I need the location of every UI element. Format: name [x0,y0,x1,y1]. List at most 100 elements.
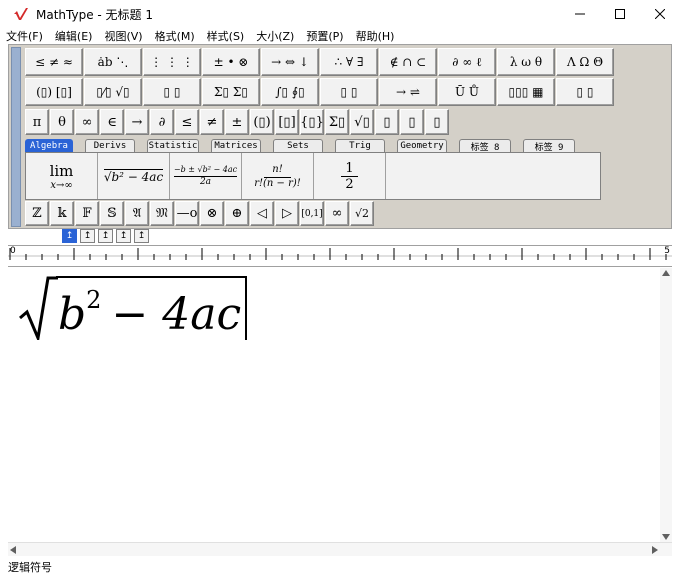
left-tab-icon[interactable]: ↥ [62,229,77,243]
relation-tab-icon[interactable]: ↥ [116,229,131,243]
toolbar-area: ≤ ≠ ≈ ȧb ⋱ ⋮ ⋮ ⋮ ± • ⊗ → ⇔ ↓ ∴ ∀ ∃ ∉ ∩ ⊂… [8,44,672,229]
menu-size[interactable]: 大小(Z) [256,28,294,44]
decimal-tab-icon[interactable]: ↥ [134,229,149,243]
tab-geometry[interactable]: Geometry [397,139,447,152]
spaces-ellipses-button[interactable]: ȧb ⋱ [84,48,142,76]
menu-bar: 文件(F) 编辑(E) 视图(V) 格式(M) 样式(S) 大小(Z) 预置(P… [0,28,680,44]
integers-symbol-button[interactable]: ℤ [25,201,49,226]
horizontal-scrollbar[interactable] [8,542,672,556]
menu-preferences[interactable]: 预置(P) [306,28,343,44]
empty-template-slot[interactable] [386,153,600,199]
field-f-symbol-button[interactable]: 𝔽 [75,201,99,226]
pi-symbol-button[interactable]: π [25,109,49,135]
equation[interactable]: b 2 − 4ac [18,276,248,340]
tab-sets[interactable]: Sets [273,139,323,152]
quadratic-formula-template[interactable]: −b ± √b² − 4ac 2a [170,153,242,199]
fraction-radical-templates-button[interactable]: ▯⁄▯ √▯ [84,78,142,106]
plus-minus-symbol-button[interactable]: ± [225,109,249,135]
one-half-template[interactable]: 1 2 [314,153,386,199]
half-numerator: 1 [341,161,358,177]
brackets-template-button[interactable]: [▯] [275,109,299,135]
script-s-symbol-button[interactable]: 𝕊 [100,201,124,226]
tab-label-8[interactable]: 标签 8 [459,139,511,153]
less-equal-symbol-button[interactable]: ≤ [175,109,199,135]
tab-algebra[interactable]: Algebra [25,139,73,152]
set-theory-symbols-button[interactable]: ∉ ∩ ⊂ [379,48,437,76]
quadratic-numerator: −b ± √b² − 4ac [173,165,238,177]
labeled-arrow-templates-button[interactable]: → ⇌ [379,78,437,106]
infinity-alt-symbol-button[interactable]: ∞ [325,201,349,226]
right-arrow-symbol-button[interactable]: → [125,109,149,135]
otimes-symbol-button[interactable]: ⊗ [200,201,224,226]
partial-symbol-button[interactable]: ∂ [150,109,174,135]
tab-derivs[interactable]: Derivs [85,139,135,152]
algebra-template-bar: lim x→∞ √b² − 4ac −b ± √b² − 4ac 2a n! r… [25,152,601,200]
fraktur-a-symbol-button[interactable]: 𝔄 [125,201,149,226]
products-set-theory-templates-button[interactable]: Ū Ů [438,78,496,106]
combination-template[interactable]: n! r!(n − r)! [242,153,314,199]
field-k-symbol-button[interactable]: 𝕜 [50,201,74,226]
menu-format[interactable]: 格式(M) [155,28,195,44]
scroll-up-arrow-icon [662,270,670,276]
summation-templates-button[interactable]: Σ▯ Σ▯ [202,78,260,106]
menu-help[interactable]: 帮助(H) [356,28,395,44]
subscript-superscript-templates-button[interactable]: ▯ ▯ [143,78,201,106]
close-button[interactable] [640,0,680,28]
not-equal-symbol-button[interactable]: ≠ [200,109,224,135]
operator-symbols-button[interactable]: ± • ⊗ [202,48,260,76]
minimize-button[interactable] [560,0,600,28]
template-palette-row: (▯) [▯] ▯⁄▯ √▯ ▯ ▯ Σ▯ Σ▯ ∫▯ ∮▯ ▯ ▯ → ⇌ Ū… [25,78,615,106]
menu-edit[interactable]: 编辑(E) [55,28,93,44]
menu-file[interactable]: 文件(F) [6,28,43,44]
misc-symbol-bar: ℤ 𝕜 𝔽 𝕊 𝔄 𝔐 —o ⊗ ⊕ ◁ ▷ [0,1] ∞ √2 [25,201,375,226]
tab-bar: Algebra Derivs Statistic Matrices Sets T… [25,138,587,153]
fence-templates-button[interactable]: (▯) [▯] [25,78,83,106]
ruler[interactable]: 0 5 [8,245,672,267]
sqrt-two-symbol-button[interactable]: √2 [350,201,374,226]
underbar-overbar-templates-button[interactable]: ▯ ▯ [320,78,378,106]
embellishments-button[interactable]: ⋮ ⋮ ⋮ [143,48,201,76]
right-tab-icon[interactable]: ↥ [98,229,113,243]
vertical-scrollbar[interactable] [660,268,672,542]
maximize-button[interactable] [600,0,640,28]
mathtype-logo-icon [11,4,31,24]
discriminant-sqrt-text: √b² − 4ac [103,168,164,184]
infinity-symbol-button[interactable]: ∞ [75,109,99,135]
tab-label-9[interactable]: 标签 9 [523,139,575,153]
integral-templates-button[interactable]: ∫▯ ∮▯ [261,78,319,106]
center-tab-icon[interactable]: ↥ [80,229,95,243]
misc-symbols-button[interactable]: ∂ ∞ ℓ [438,48,496,76]
fraktur-m-symbol-button[interactable]: 𝔐 [150,201,174,226]
matrix-templates-button[interactable]: ▯▯▯ ▦ [497,78,555,106]
left-triangle-symbol-button[interactable]: ◁ [250,201,274,226]
tab-matrices[interactable]: Matrices [211,139,261,152]
menu-style[interactable]: 样式(S) [207,28,245,44]
menu-view[interactable]: 视图(V) [104,28,142,44]
tab-trig[interactable]: Trig [335,139,385,152]
oplus-symbol-button[interactable]: ⊕ [225,201,249,226]
subscript-template-button[interactable]: ▯ [400,109,424,135]
sub-superscript-template-button[interactable]: ▯ [425,109,449,135]
relational-symbols-button[interactable]: ≤ ≠ ≈ [25,48,83,76]
superscript-template-button[interactable]: ▯ [375,109,399,135]
discriminant-sqrt-template[interactable]: √b² − 4ac [98,153,170,199]
braces-template-button[interactable]: {▯} [300,109,324,135]
theta-symbol-button[interactable]: θ [50,109,74,135]
multimap-symbol-button[interactable]: —o [175,201,199,226]
radical-sign-icon [19,276,58,340]
limit-template[interactable]: lim x→∞ [26,153,98,199]
right-triangle-symbol-button[interactable]: ▷ [275,201,299,226]
tab-statistics[interactable]: Statistic [147,139,199,152]
closed-interval-symbol-button[interactable]: [0,1] [300,201,324,226]
summation-template-button[interactable]: Σ▯ [325,109,349,135]
element-of-symbol-button[interactable]: ∈ [100,109,124,135]
greek-lowercase-button[interactable]: λ ω θ [497,48,555,76]
toolbar-grip[interactable] [11,47,21,227]
greek-uppercase-button[interactable]: Λ Ω Θ [556,48,614,76]
parentheses-template-button[interactable]: (▯) [250,109,274,135]
box-templates-button[interactable]: ▯ ▯ [556,78,614,106]
sqrt-template-button[interactable]: √▯ [350,109,374,135]
arrow-symbols-button[interactable]: → ⇔ ↓ [261,48,319,76]
equation-editing-area[interactable]: b 2 − 4ac [8,268,660,542]
logical-symbols-button[interactable]: ∴ ∀ ∃ [320,48,378,76]
